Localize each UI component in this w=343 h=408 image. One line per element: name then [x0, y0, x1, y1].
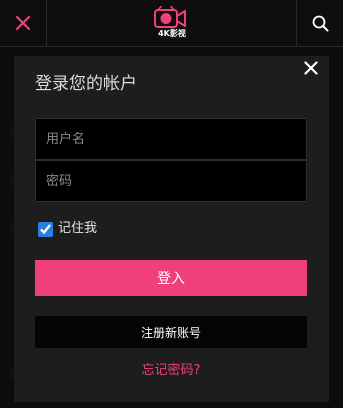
login-button[interactable]: 登入 — [35, 260, 307, 296]
search-icon — [312, 15, 328, 31]
username-input[interactable] — [36, 119, 306, 159]
app-screen: 4K影视 登录您的帐户 记住我 登入 注 — [0, 0, 343, 408]
remember-me[interactable]: 记住我 — [38, 219, 97, 239]
password-input[interactable] — [36, 161, 306, 201]
site-logo[interactable]: 4K影视 — [148, 5, 196, 40]
remember-me-label: 记住我 — [58, 221, 98, 236]
logo-text: 4K影视 — [158, 29, 186, 38]
login-title: 登录您的帐户 — [35, 74, 137, 94]
search-button[interactable] — [296, 0, 343, 46]
top-bar: 4K影视 — [0, 0, 343, 47]
close-icon — [304, 61, 318, 75]
remember-me-checkbox[interactable] — [38, 221, 53, 237]
username-field[interactable] — [35, 118, 307, 160]
password-field[interactable] — [35, 160, 307, 202]
camera-logo-icon — [154, 5, 186, 28]
close-icon — [15, 15, 31, 31]
register-button[interactable]: 注册新账号 — [35, 316, 307, 348]
menu-close-button[interactable] — [0, 0, 47, 46]
modal-close-button[interactable] — [300, 57, 322, 79]
forgot-password-link[interactable]: 忘记密码? — [35, 362, 307, 380]
